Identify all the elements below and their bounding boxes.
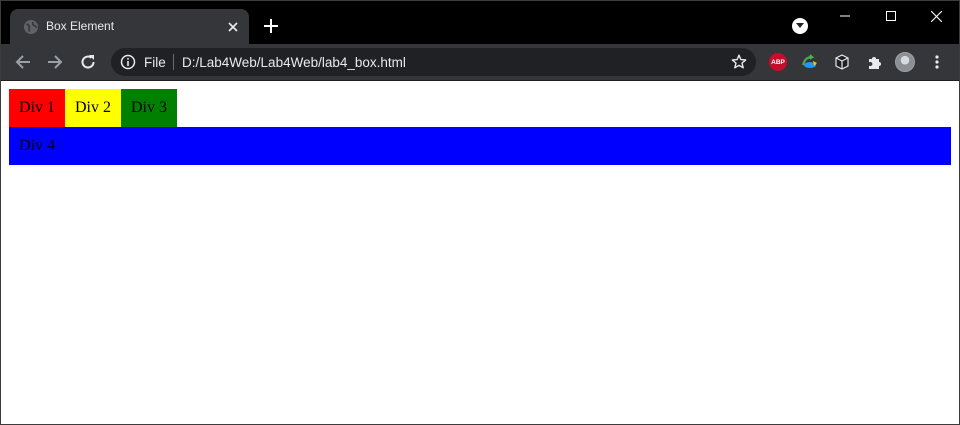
star-icon[interactable] [731,54,747,70]
info-icon[interactable] [120,54,136,70]
tab-strip: Box Element [1,1,959,44]
maximize-button[interactable] [868,1,914,31]
back-button[interactable] [11,50,35,74]
url-text[interactable]: D:/Lab4Web/Lab4Web/lab4_box.html [182,55,406,70]
arrow-right-icon [48,55,63,69]
address-bar[interactable]: File D:/Lab4Web/Lab4Web/lab4_box.html [111,48,756,76]
download-manager-icon[interactable] [800,52,820,72]
tab-active[interactable]: Box Element [10,9,249,44]
browser-toolbar: File D:/Lab4Web/Lab4Web/lab4_box.html AB… [1,44,959,81]
minimize-button[interactable] [822,1,868,31]
chevron-down-icon [796,23,804,28]
tab-title: Box Element [46,19,115,33]
tab-search-button[interactable] [792,18,808,34]
forward-button[interactable] [43,50,67,74]
div-3-box: Div 3 [121,89,177,127]
div-2-box: Div 2 [65,89,121,127]
div-4-box: Div 4 [9,127,951,165]
reload-button[interactable] [76,50,100,74]
close-icon[interactable] [225,19,241,35]
puzzle-icon[interactable] [864,52,884,72]
new-tab-button[interactable] [260,15,282,37]
scheme-label: File [144,55,166,70]
omnibox-divider [173,54,174,70]
reload-icon [81,55,95,69]
cube-extension-icon[interactable] [832,52,852,72]
adblock-plus-icon[interactable]: ABP [768,52,788,72]
browser-window: Box Element File D:/Lab4Web/Lab4Web/lab4… [0,0,960,425]
avatar [895,52,915,72]
menu-icon[interactable] [927,52,947,72]
page-viewport: Div 1 Div 2 Div 3 Div 4 [1,81,959,424]
div-1-box: Div 1 [9,89,65,127]
profile-avatar[interactable] [895,52,915,72]
arrow-left-icon [15,55,30,69]
globe-icon [23,19,39,35]
window-close-button[interactable] [913,1,959,31]
